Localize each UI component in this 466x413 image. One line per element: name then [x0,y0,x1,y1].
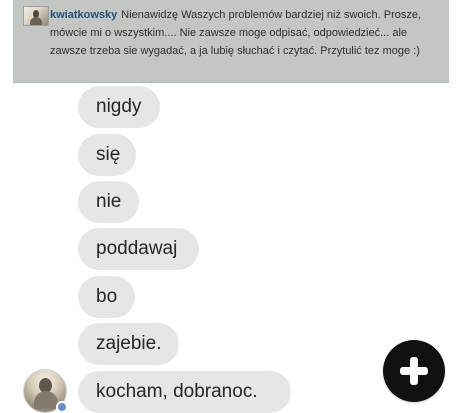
message-bubble[interactable]: kocham, dobranoc. [78,371,291,413]
add-button[interactable] [383,340,445,402]
message-bubble[interactable]: się [78,134,136,176]
profile-bio: kwiatkowsky Nienawidzę Waszych problemów … [50,6,442,60]
profile-username[interactable]: kwiatkowsky [50,9,117,21]
message-bubble[interactable]: nie [78,181,139,223]
message-bubble[interactable]: bo [78,276,135,318]
profile-avatar[interactable] [23,6,49,26]
messenger-badge-icon [56,401,68,413]
message-bubble[interactable]: nigdy [78,86,160,128]
message-bubble[interactable]: poddawaj [78,228,199,270]
profile-banner: kwiatkowsky Nienawidzę Waszych problemów … [13,0,449,83]
message-bubble[interactable]: zajebie. [78,323,179,365]
plus-icon [400,357,428,385]
